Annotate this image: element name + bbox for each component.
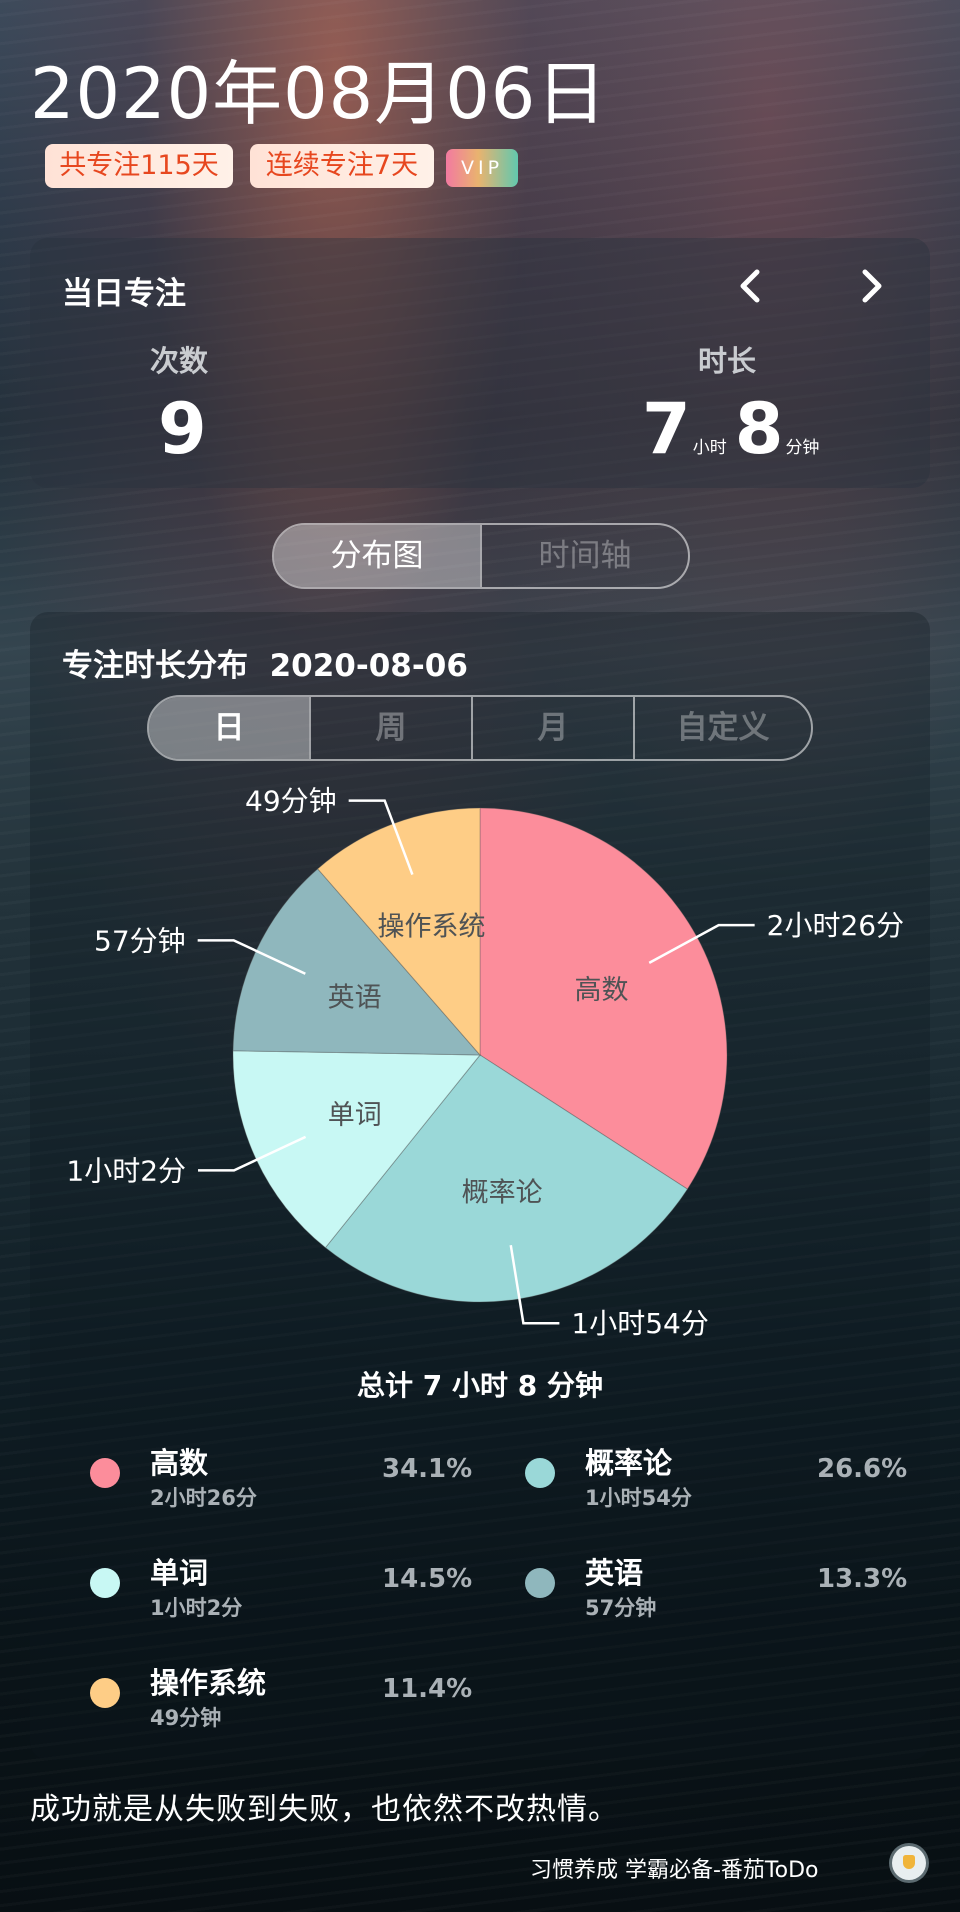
chevron-right-icon — [862, 269, 882, 303]
pie-category-label: 英语 — [328, 983, 382, 1014]
legend-percent: 11.4% — [382, 1674, 473, 1704]
tab-distribution[interactable]: 分布图 — [274, 525, 480, 587]
legend-name: 英语 — [585, 1556, 644, 1590]
pie-value-label: 57分钟 — [94, 924, 186, 957]
legend-time: 57分钟 — [585, 1596, 657, 1620]
legend-item-gailvlun: 概率论 1小时54分 26.6% — [525, 1440, 915, 1520]
prev-day-button[interactable] — [730, 264, 774, 308]
tab-day[interactable]: 日 — [149, 697, 309, 759]
pie-chart: 高数 2小时26分概率论 1小时54分 单词 1小时2分 英语 57分钟 操作系统 49分钟 — [0, 760, 960, 1360]
daily-focus-title: 当日专注 — [62, 276, 186, 312]
footer-slogan: 习惯养成 学霸必备-番茄ToDo — [530, 1858, 819, 1883]
count-label: 次数 — [150, 344, 209, 378]
legend-item-gaoshu: 高数 2小时26分 34.1% — [90, 1440, 480, 1520]
legend-item-yingyu: 英语 57分钟 13.3% — [525, 1550, 915, 1630]
legend-percent: 34.1% — [382, 1454, 473, 1484]
legend-name: 概率论 — [585, 1446, 673, 1480]
pie-category-label: 操作系统 — [377, 911, 485, 942]
pie-value-label: 2小时26分 — [767, 909, 904, 942]
chevron-left-icon — [740, 269, 760, 303]
tab-month[interactable]: 月 — [471, 697, 633, 759]
range-toggle: 日 周 月 自定义 — [147, 695, 813, 761]
legend-item-danci: 单词 1小时2分 14.5% — [90, 1550, 480, 1630]
distribution-heading: 专注时长分布 — [62, 648, 248, 684]
tab-custom[interactable]: 自定义 — [633, 697, 811, 759]
legend-name: 单词 — [150, 1556, 209, 1590]
minutes-unit: 分钟 — [785, 438, 820, 458]
count-value: 9 — [158, 388, 207, 470]
pie-value-label: 1小时2分 — [66, 1154, 186, 1187]
daily-focus-card: 当日专注 次数 9 时长 7 小时 8 分钟 — [30, 238, 930, 488]
legend-dot — [90, 1568, 120, 1598]
legend-time: 2小时26分 — [150, 1486, 257, 1510]
total-duration: 总计 7 小时 8 分钟 — [357, 1369, 603, 1402]
vip-badge[interactable]: VIP — [446, 149, 518, 187]
legend-dot — [90, 1678, 120, 1708]
legend-item-caozuoxitong: 操作系统 49分钟 11.4% — [90, 1660, 480, 1740]
legend-dot — [525, 1458, 555, 1488]
legend-dot — [90, 1458, 120, 1488]
total-days-badge: 共专注115天 — [45, 144, 233, 188]
duration-value: 7 小时 8 分钟 — [642, 388, 827, 470]
distribution-title: 专注时长分布 2020-08-06 — [62, 640, 468, 685]
date-title: 2020年08月06日 — [30, 53, 608, 135]
legend-percent: 14.5% — [382, 1564, 473, 1594]
distribution-date: 2020-08-06 — [269, 648, 468, 684]
legend-time: 49分钟 — [150, 1706, 222, 1730]
motivational-quote: 成功就是从失败到失败，也依然不改热情。 — [30, 1792, 619, 1827]
pie-chart-svg: 高数 2小时26分概率论 1小时54分 单词 1小时2分 英语 57分钟 操作系统 49分钟 — [66, 785, 904, 1341]
legend-percent: 26.6% — [817, 1454, 908, 1484]
legend-dot — [525, 1568, 555, 1598]
duration-hours: 7 — [642, 388, 691, 470]
streak-days-badge: 连续专注7天 — [250, 144, 434, 188]
legend-name: 高数 — [150, 1446, 209, 1480]
tomato-icon — [892, 1846, 926, 1880]
pie-category-label: 高数 — [574, 975, 628, 1006]
legend-time: 1小时54分 — [585, 1486, 692, 1510]
hours-unit: 小时 — [692, 438, 727, 458]
legend-percent: 13.3% — [817, 1564, 908, 1594]
tab-week[interactable]: 周 — [309, 697, 471, 759]
tab-timeline[interactable]: 时间轴 — [480, 525, 688, 587]
next-day-button[interactable] — [848, 264, 892, 308]
pie-category-label: 单词 — [328, 1100, 382, 1131]
legend-name: 操作系统 — [150, 1666, 267, 1700]
legend-time: 1小时2分 — [150, 1596, 243, 1620]
pie-value-label: 1小时54分 — [571, 1307, 708, 1340]
duration-label: 时长 — [698, 344, 757, 378]
pie-category-label: 概率论 — [462, 1178, 543, 1209]
view-toggle: 分布图 时间轴 — [272, 523, 690, 589]
duration-minutes: 8 — [734, 388, 784, 470]
pie-value-label: 49分钟 — [245, 785, 337, 818]
